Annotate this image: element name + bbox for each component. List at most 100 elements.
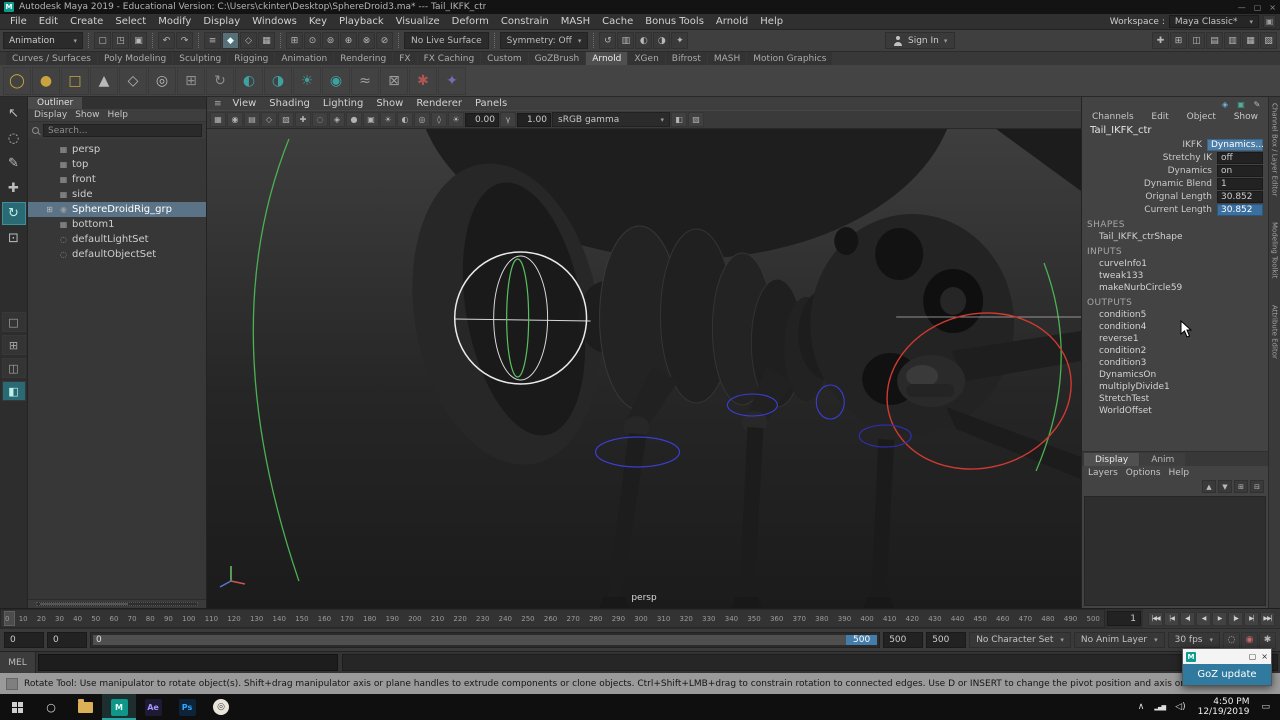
outliner-item[interactable]: ▦ side — [28, 187, 206, 202]
photoshop-button[interactable]: Ps — [170, 694, 204, 720]
attribute-editor-toggle-icon[interactable]: ▥ — [1224, 32, 1241, 49]
wireframe-icon[interactable]: ◈ — [329, 112, 345, 127]
shelf-tab[interactable]: Motion Graphics — [747, 52, 833, 65]
menu-item[interactable]: Key — [303, 16, 333, 27]
network-icon[interactable]: ▂▄▆ — [1149, 704, 1170, 711]
shelf-tab[interactable]: Rendering — [334, 52, 393, 65]
panel-dock-tab[interactable]: Attribute Editor — [1271, 305, 1279, 359]
edit-pencil-icon[interactable]: ✎ — [1251, 99, 1263, 110]
motion-blur-icon[interactable]: ◊ — [431, 112, 447, 127]
animation-start-field[interactable]: 0 — [4, 632, 44, 648]
step-forward-key-button[interactable]: |▶ — [1228, 611, 1243, 626]
node-row[interactable]: condition4 — [1082, 321, 1268, 333]
menu-item[interactable]: Display — [197, 16, 246, 27]
shelf-sphere-tool-icon[interactable]: ◯ — [3, 66, 31, 95]
node-row[interactable]: WorldOffset — [1082, 405, 1268, 417]
close-button[interactable]: × — [1269, 3, 1276, 12]
after-effects-button[interactable]: Ae — [136, 694, 170, 720]
shelf-extrude-tool-icon[interactable]: ⊠ — [380, 66, 408, 95]
shelf-ipr-tool-icon[interactable]: ◑ — [264, 66, 292, 95]
attribute-value-field[interactable]: on — [1217, 164, 1263, 177]
layer-from-selected-icon[interactable]: ⊟ — [1250, 480, 1264, 493]
shelf-tab[interactable]: FX Caching — [417, 52, 481, 65]
start-button[interactable] — [0, 694, 34, 720]
character-set-selector[interactable]: No Character Set ▾ — [969, 632, 1071, 648]
mute-playback-icon[interactable]: ◌ — [1223, 631, 1240, 649]
search-button[interactable]: ○ — [34, 694, 68, 720]
ipr-render-icon[interactable]: ◑ — [653, 32, 671, 49]
image-plane-icon[interactable]: ▧ — [278, 112, 294, 127]
menu-item[interactable]: Select — [109, 16, 152, 27]
node-row[interactable]: condition3 — [1082, 357, 1268, 369]
move-layer-down-icon[interactable]: ▼ — [1218, 480, 1232, 493]
shadows-icon[interactable]: ◐ — [397, 112, 413, 127]
move-tool-icon[interactable]: ✚ — [2, 177, 26, 200]
shelf-tab[interactable]: Animation — [275, 52, 334, 65]
empty-layer-icon[interactable]: ⊞ — [1234, 480, 1248, 493]
channel-box-menu-item[interactable]: Show — [1230, 112, 1262, 122]
viewport-menu-item[interactable]: Lighting — [317, 98, 369, 109]
animation-end-field[interactable]: 500 — [926, 632, 967, 648]
outliner-menu-item[interactable]: Help — [103, 110, 132, 120]
step-back-frame-button[interactable]: |◀ — [1164, 611, 1179, 626]
step-back-key-button[interactable]: ◀| — [1180, 611, 1195, 626]
channel-attribute-row[interactable]: IKFK Dynamics... — [1082, 138, 1268, 151]
render-current-frame-icon[interactable]: ◐ — [635, 32, 653, 49]
snap-to-point-icon[interactable]: ⊚ — [322, 32, 339, 49]
current-frame-field[interactable]: 1 — [1107, 611, 1141, 626]
attribute-value-field[interactable]: 30.852 — [1217, 203, 1263, 216]
channel-attribute-row[interactable]: Stretchy IK off — [1082, 151, 1268, 164]
new-scene-icon[interactable]: ▢ — [94, 32, 111, 49]
attribute-value-field[interactable]: 30.852 — [1217, 190, 1263, 203]
attribute-value-field[interactable]: Dynamics... — [1207, 138, 1264, 151]
camera-attributes-icon[interactable]: ▤ — [244, 112, 260, 127]
menu-item[interactable]: Modify — [152, 16, 197, 27]
file-explorer-button[interactable] — [68, 694, 102, 720]
shelf-cone-tool-icon[interactable]: ▲ — [90, 66, 118, 95]
node-row[interactable]: StretchTest — [1082, 393, 1268, 405]
rotate-tool-icon[interactable]: ↻ — [1, 202, 26, 225]
anim-layer-selector[interactable]: No Anim Layer ▾ — [1073, 632, 1165, 648]
range-slider-range[interactable] — [93, 635, 878, 645]
fps-selector[interactable]: 30 fps ▾ — [1167, 632, 1220, 648]
bookmarks-icon[interactable]: ◇ — [261, 112, 277, 127]
shelf-history-tool-icon[interactable]: ↻ — [206, 66, 234, 95]
layer-editor-tab[interactable]: Anim — [1140, 453, 1186, 466]
tray-expand-chevron[interactable]: ∧ — [1133, 702, 1150, 712]
gamma-icon[interactable]: γ — [500, 112, 516, 127]
lasso-tool-icon[interactable]: ◌ — [2, 127, 26, 150]
workspace-selector[interactable]: Maya Classic* ▾ — [1168, 15, 1259, 28]
range-slider-track[interactable]: 0 500 — [90, 632, 881, 648]
select-component-icon[interactable]: ◇ — [240, 32, 257, 49]
show-manipulators-icon[interactable]: ✚ — [1152, 32, 1169, 49]
copy-tab-icon[interactable]: ▣ — [1235, 99, 1247, 110]
step-forward-frame-button[interactable]: ▶| — [1244, 611, 1259, 626]
shelf-tab[interactable]: XGen — [628, 52, 665, 65]
layout-persp-outliner-icon[interactable]: ◧ — [1, 381, 26, 401]
menu-item[interactable]: Constrain — [495, 16, 555, 27]
node-row[interactable]: tweak133 — [1082, 270, 1268, 282]
layer-editor-menu-item[interactable]: Options — [1122, 468, 1165, 478]
viewport-3d-scene[interactable] — [207, 129, 1081, 608]
shelf-tab[interactable]: Bifrost — [665, 52, 707, 65]
panel-menu-icon[interactable]: ≡ — [211, 99, 225, 109]
viewport-menu-item[interactable]: Panels — [469, 98, 513, 109]
sign-in-button[interactable]: Sign In ▾ — [884, 32, 956, 49]
live-surface-field[interactable]: No Live Surface — [404, 32, 489, 49]
playback-end-field[interactable]: 500 — [883, 632, 924, 648]
grid-toggle-icon[interactable]: ⊞ — [1170, 32, 1187, 49]
panel-dock-tab[interactable]: Modeling Toolkit — [1271, 222, 1279, 278]
lighting-icon[interactable]: ☀ — [380, 112, 396, 127]
select-object-icon[interactable]: ◆ — [222, 32, 239, 49]
outliner-menu-item[interactable]: Display — [30, 110, 71, 120]
xray-icon[interactable]: ▨ — [688, 112, 704, 127]
zbrush-button[interactable]: ◎ — [204, 694, 238, 720]
open-scene-icon[interactable]: ◳ — [112, 32, 129, 49]
layer-editor-tab[interactable]: Display — [1084, 453, 1140, 466]
maya-taskbar-button[interactable]: M — [102, 694, 136, 720]
make-live-icon[interactable]: ⊘ — [376, 32, 393, 49]
scale-tool-icon[interactable]: ⊡ — [2, 227, 26, 250]
menu-item[interactable]: Visualize — [390, 16, 446, 27]
menu-item[interactable]: Playback — [333, 16, 390, 27]
snap-to-curve-icon[interactable]: ⊙ — [304, 32, 321, 49]
